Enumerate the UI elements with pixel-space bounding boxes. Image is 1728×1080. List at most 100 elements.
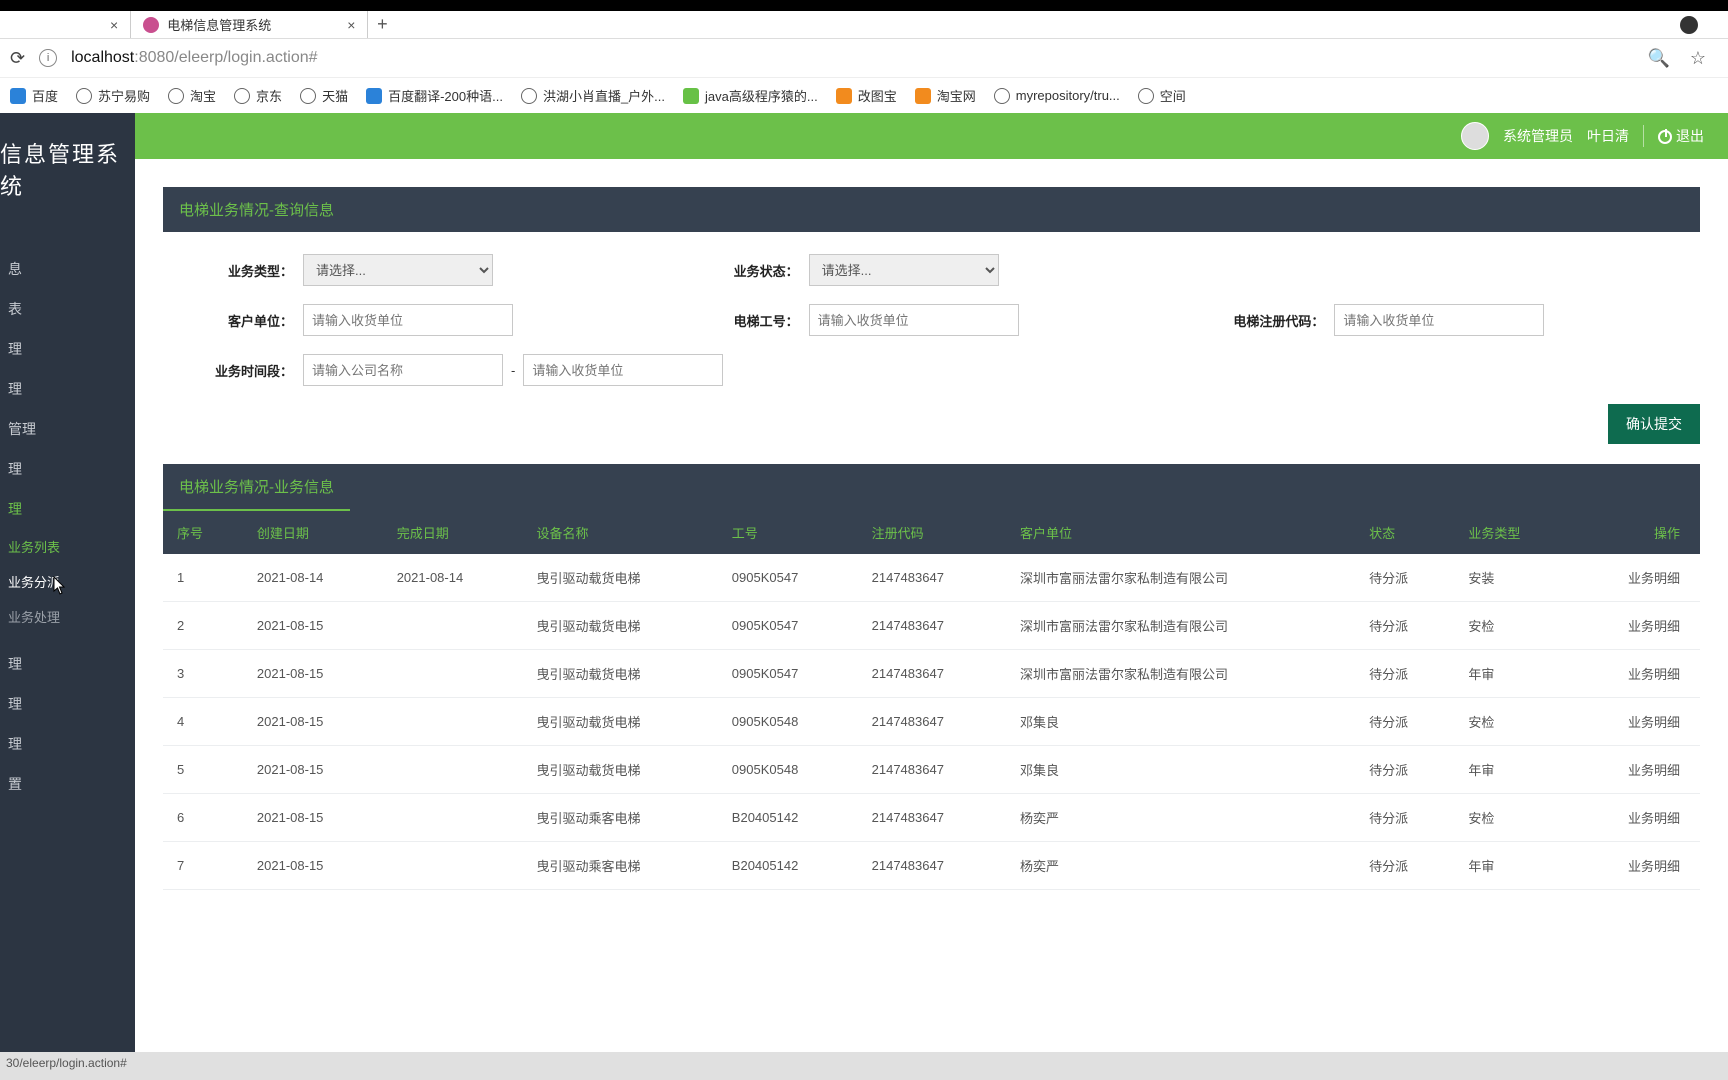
th-action: 操作 (1573, 511, 1700, 554)
input-regcode[interactable] (1334, 304, 1544, 336)
bookmark-item[interactable]: 百度翻译-200种语... (366, 86, 503, 105)
field-business-type: 业务类型： 请选择... (193, 254, 659, 286)
new-tab-button[interactable]: + (368, 14, 396, 35)
query-panel-title: 电梯业务情况-查询信息 (163, 187, 1700, 232)
close-icon[interactable]: × (347, 17, 355, 33)
bookmark-item[interactable]: java高级程序猿的... (683, 86, 818, 105)
bookmark-item[interactable]: 洪湖小肖直播_户外... (521, 86, 665, 105)
sidebar-sub-list[interactable]: 业务列表 (0, 529, 135, 564)
bookmark-item[interactable]: 淘宝 (168, 86, 216, 105)
table-cell[interactable]: 业务明细 (1573, 650, 1700, 698)
select-business-status[interactable]: 请选择... (809, 254, 999, 286)
table-cell: 邓集良 (1006, 698, 1355, 746)
logout-button[interactable]: 退出 (1658, 126, 1704, 146)
table-cell: 2147483647 (858, 746, 1006, 794)
table-cell: 安检 (1454, 698, 1572, 746)
table-cell: 0905K0547 (718, 650, 858, 698)
bookmark-item[interactable]: myrepository/tru... (994, 88, 1120, 104)
input-period-end[interactable] (523, 354, 723, 386)
user-role: 系统管理员 (1503, 126, 1573, 146)
table-cell: 2147483647 (858, 842, 1006, 890)
bookmark-item[interactable]: 京东 (234, 86, 282, 105)
table-cell[interactable]: 业务明细 (1573, 842, 1700, 890)
bookmark-item[interactable]: 淘宝网 (915, 86, 976, 105)
table-cell[interactable]: 业务明细 (1573, 602, 1700, 650)
java-icon (683, 88, 699, 104)
reload-icon[interactable]: ⟳ (10, 48, 25, 69)
table-cell: 深圳市富丽法雷尔家私制造有限公司 (1006, 554, 1355, 602)
close-icon[interactable]: × (110, 17, 118, 33)
table-row: 42021-08-15曳引驱动载货电梯0905K05482147483647邓集… (163, 698, 1700, 746)
th-workno: 工号 (718, 511, 858, 554)
table-cell: 2 (163, 602, 243, 650)
sidebar-item[interactable]: 理 (0, 329, 135, 369)
sidebar-item-active[interactable]: 理 (0, 489, 135, 529)
sidebar-item[interactable]: 理 (0, 724, 135, 764)
sidebar-item[interactable]: 理 (0, 684, 135, 724)
sidebar-item[interactable]: 表 (0, 289, 135, 329)
table-cell: 待分派 (1355, 746, 1454, 794)
sidebar-sub-assign[interactable]: 业务分派 (0, 564, 135, 599)
bookmark-item[interactable]: 百度 (10, 86, 58, 105)
user-name: 叶日清 (1587, 126, 1629, 146)
sidebar-item[interactable]: 理 (0, 369, 135, 409)
table-cell: 待分派 (1355, 842, 1454, 890)
table-cell: 2021-08-15 (243, 650, 383, 698)
globe-icon (994, 88, 1010, 104)
globe-icon (300, 88, 316, 104)
field-elevator-workno: 电梯工号： (699, 304, 1165, 336)
sidebar-item[interactable]: 理 (0, 449, 135, 489)
profile-avatar-icon[interactable] (1680, 16, 1698, 34)
submit-button[interactable]: 确认提交 (1608, 404, 1700, 444)
content: 系统管理员 叶日清 退出 电梯业务情况-查询信息 业务类型： 请选择... 业务… (135, 113, 1728, 1052)
table-cell[interactable]: 业务明细 (1573, 698, 1700, 746)
table-row: 52021-08-15曳引驱动载货电梯0905K05482147483647邓集… (163, 746, 1700, 794)
table-cell: 1 (163, 554, 243, 602)
translate-icon (366, 88, 382, 104)
table-cell: 杨奕严 (1006, 842, 1355, 890)
browser-tab-0[interactable]: × (0, 11, 131, 38)
table-cell: B20405142 (718, 842, 858, 890)
table-cell: 深圳市富丽法雷尔家私制造有限公司 (1006, 650, 1355, 698)
site-info-icon[interactable]: i (39, 49, 57, 67)
sidebar-item[interactable]: 置 (0, 764, 135, 804)
table-cell (383, 650, 523, 698)
select-business-type[interactable]: 请选择... (303, 254, 493, 286)
sidebar: 信息管理系统 息 表 理 理 管理 理 理 业务列表 业务分派 业务处理 理 理… (0, 113, 135, 1052)
table-cell: 曳引驱动乘客电梯 (523, 842, 718, 890)
table-cell[interactable]: 业务明细 (1573, 554, 1700, 602)
input-workno[interactable] (809, 304, 1019, 336)
bookmark-item[interactable]: 空间 (1138, 86, 1186, 105)
input-customer[interactable] (303, 304, 513, 336)
th-index: 序号 (163, 511, 243, 554)
table-cell[interactable]: 业务明细 (1573, 746, 1700, 794)
letterbox-top (0, 0, 1728, 11)
search-icon[interactable]: 🔍 (1647, 48, 1669, 69)
browser-tab-1[interactable]: 电梯信息管理系统 × (131, 11, 368, 38)
table-cell[interactable]: 业务明细 (1573, 794, 1700, 842)
sidebar-item[interactable]: 息 (0, 249, 135, 289)
field-customer-unit: 客户单位： (193, 304, 659, 336)
sidebar-item[interactable]: 管理 (0, 409, 135, 449)
sidebar-item[interactable]: 理 (0, 644, 135, 684)
user-avatar-icon[interactable] (1461, 122, 1489, 150)
bookmark-item[interactable]: 天猫 (300, 86, 348, 105)
globe-icon (234, 88, 250, 104)
bookmark-item[interactable]: 苏宁易购 (76, 86, 150, 105)
table-cell: 待分派 (1355, 698, 1454, 746)
url-path: /eleerp/login.action# (174, 49, 317, 66)
taobao-icon (915, 88, 931, 104)
label-regcode: 电梯注册代码： (1204, 311, 1324, 330)
table-cell: 6 (163, 794, 243, 842)
star-icon[interactable]: ☆ (1690, 48, 1706, 69)
table-cell (383, 602, 523, 650)
range-separator: - (511, 363, 515, 378)
bookmark-item[interactable]: 改图宝 (836, 86, 897, 105)
table-cell: 0905K0548 (718, 698, 858, 746)
input-period-start[interactable] (303, 354, 503, 386)
business-table: 序号 创建日期 完成日期 设备名称 工号 注册代码 客户单位 状态 业务类型 操… (163, 511, 1700, 890)
sidebar-sub-process[interactable]: 业务处理 (0, 599, 135, 634)
table-cell: B20405142 (718, 794, 858, 842)
globe-icon (168, 88, 184, 104)
url-text[interactable]: localhost:8080/eleerp/login.action# (71, 49, 1633, 67)
